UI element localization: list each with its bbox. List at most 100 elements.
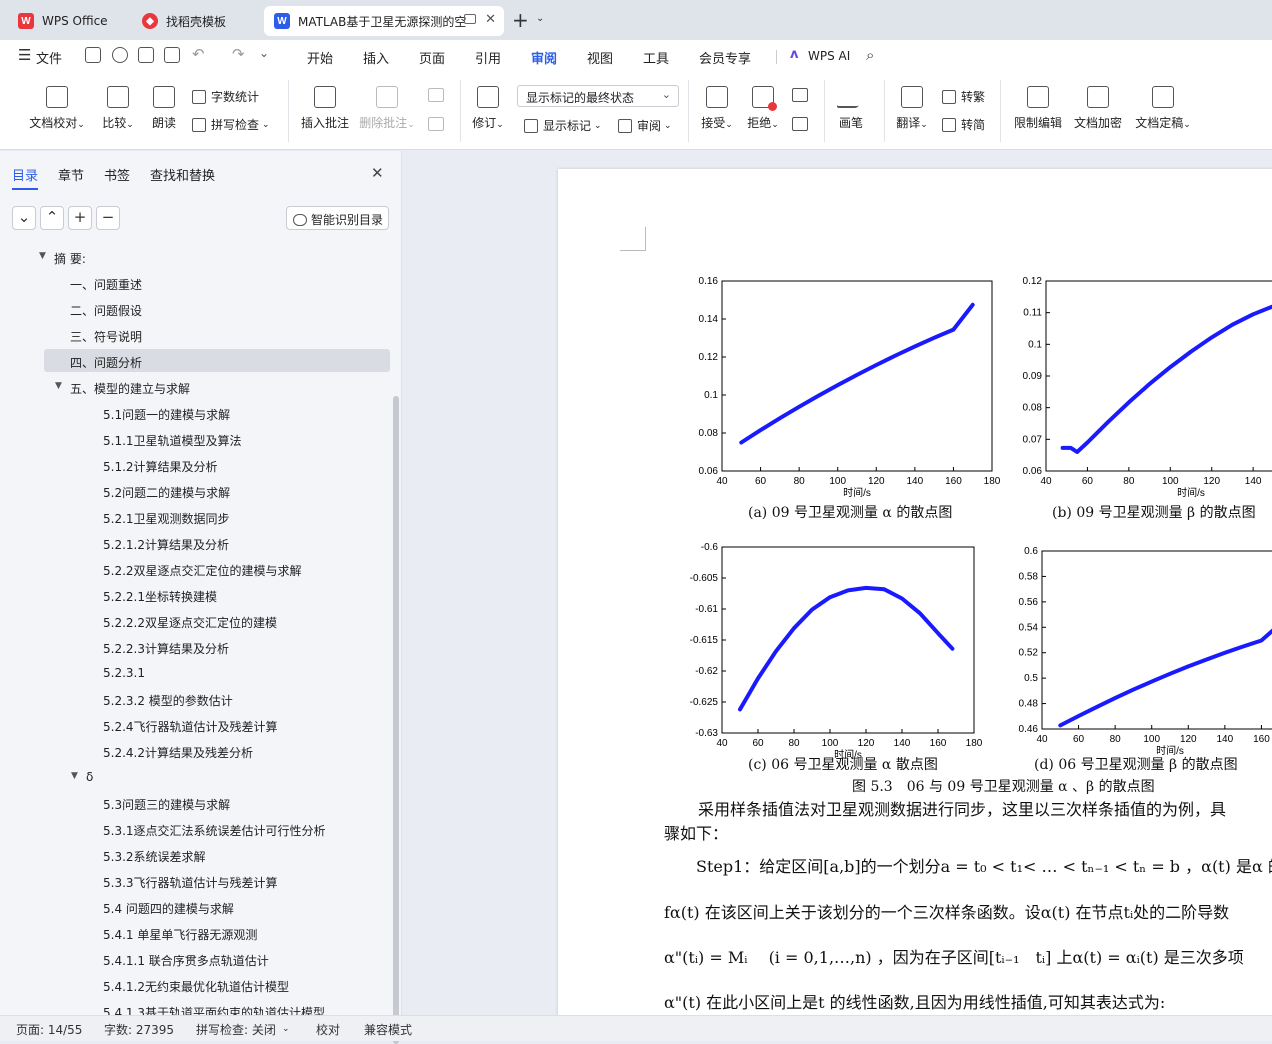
close-icon[interactable]: ✕ — [485, 12, 496, 27]
tab-wps-office[interactable]: W WPS Office — [8, 6, 124, 36]
menu-tools[interactable]: 工具 — [643, 48, 669, 67]
toc-item[interactable]: 5.4.1.1 联合序贯多点轨道估计 — [103, 952, 269, 969]
toc-item[interactable]: 5.2.1.2计算结果及分析 — [103, 536, 229, 553]
menu-view[interactable]: 视图 — [587, 48, 613, 67]
toc-item[interactable]: 5.1.1卫星轨道模型及算法 — [103, 432, 242, 449]
word-count-button[interactable]: 字数统计 — [192, 88, 259, 105]
toc-item[interactable]: 5.2.2.3计算结果及分析 — [103, 640, 229, 657]
close-pane-icon[interactable]: ✕ — [371, 164, 384, 182]
expand-caret-icon[interactable]: ▼ — [39, 251, 46, 261]
toc-item[interactable]: 5.2.2双星逐点交汇定位的建模与求解 — [103, 562, 302, 579]
screen-icon[interactable] — [464, 14, 476, 24]
chevron-down-icon[interactable]: ⌄ — [536, 13, 544, 24]
smart-toc-button[interactable]: 智能识别目录 — [286, 206, 389, 230]
menu-member[interactable]: 会员专享 — [699, 48, 751, 67]
page-indicator[interactable]: 页面: 14/55 — [16, 1021, 82, 1038]
toc-item[interactable]: 摘 要: — [54, 250, 86, 267]
menu-review[interactable]: 审阅 — [531, 48, 557, 74]
toc-item[interactable]: 5.4 问题四的建模与求解 — [103, 900, 234, 917]
accept-button[interactable]: 接受⌄ — [698, 86, 736, 131]
chevron-down-icon[interactable]: ⌄ — [282, 1024, 290, 1034]
next-change-icon[interactable] — [792, 117, 808, 131]
add-heading-button[interactable]: + — [68, 206, 92, 230]
prev-change-icon[interactable] — [792, 88, 808, 102]
menu-insert[interactable]: 插入 — [363, 48, 389, 67]
to-traditional-button[interactable]: 转繁 — [942, 88, 985, 105]
remove-heading-button[interactable]: − — [96, 206, 120, 230]
hamburger-icon[interactable]: ☰ — [18, 46, 31, 64]
toc-item[interactable]: 5.3.2系统误差求解 — [103, 848, 206, 865]
sidebar-scrollbar[interactable] — [393, 396, 399, 1044]
review-pane-button[interactable]: 审阅 ⌄ — [618, 117, 672, 134]
spell-check-status[interactable]: 拼写检查: 关闭 — [196, 1021, 276, 1038]
markup-mode-select[interactable]: 显示标记的最终状态 ⌄ — [517, 85, 679, 107]
toc-item[interactable]: 5.4.1.2无约束最优化轨道估计模型 — [103, 978, 289, 995]
finalize-button[interactable]: 文档定稿⌄ — [1132, 86, 1194, 131]
toc-item[interactable]: 5.2.1卫星观测数据同步 — [103, 510, 230, 527]
chevron-down-icon[interactable]: ⌄ — [259, 46, 269, 60]
toc-item[interactable]: 5.2问题二的建模与求解 — [103, 484, 230, 501]
next-comment-icon[interactable] — [428, 117, 444, 131]
print-preview-icon[interactable] — [164, 47, 180, 63]
toc-item[interactable]: 一、问题重述 — [70, 276, 142, 293]
toc-item[interactable]: 5.1问题一的建模与求解 — [103, 406, 230, 423]
show-markup-button[interactable]: 显示标记 ⌄ — [524, 117, 602, 134]
search-icon[interactable]: ⌕ — [866, 46, 874, 64]
toc-item[interactable]: 5.2.4.2计算结果及残差分析 — [103, 744, 253, 761]
divider — [1000, 80, 1001, 142]
toc-item[interactable]: 5.2.2.2双星逐点交汇定位的建模 — [103, 614, 277, 631]
redo-icon[interactable]: ↷ — [232, 45, 245, 63]
collapse-up-button[interactable]: ⌃ — [40, 206, 64, 230]
toc-item[interactable]: 5.3.1逐点交汇法系统误差估计可行性分析 — [103, 822, 326, 839]
toc-item[interactable]: 五、模型的建立与求解 — [70, 380, 190, 397]
tab-document[interactable]: W MATLAB基于卫星无源探测的空 ✕ — [264, 6, 504, 36]
toc-item[interactable]: 四、问题分析 — [70, 354, 142, 371]
translate-button[interactable]: 翻译⌄ — [892, 86, 932, 131]
toc-item[interactable]: 5.4.1 单星单飞行器无源观测 — [103, 926, 257, 943]
toc-item[interactable]: 5.3.3飞行器轨道估计与残差计算 — [103, 874, 278, 891]
save-icon[interactable] — [85, 47, 101, 63]
toc-item[interactable]: 5.2.4飞行器轨道估计及残差计算 — [103, 718, 278, 735]
new-tab-icon[interactable]: + — [512, 8, 529, 32]
toc-item[interactable]: 5.2.3.1 — [103, 666, 145, 680]
toc-item[interactable]: 二、问题假设 — [70, 302, 142, 319]
expand-caret-icon[interactable]: ▼ — [55, 381, 62, 391]
menu-page[interactable]: 页面 — [419, 48, 445, 67]
restrict-edit-button[interactable]: 限制编辑 — [1012, 86, 1064, 131]
toc-item[interactable]: 三、符号说明 — [70, 328, 142, 345]
word-count[interactable]: 字数: 27395 — [104, 1021, 174, 1038]
tab-sections[interactable]: 章节 — [58, 165, 84, 184]
menu-wps-ai[interactable]: WPS AI — [808, 49, 850, 63]
tab-toc[interactable]: 目录 — [12, 165, 39, 190]
doc-check-button[interactable]: 文档校对⌄ — [28, 86, 86, 131]
print-icon[interactable] — [138, 47, 154, 63]
to-simplified-button[interactable]: 转简 — [942, 116, 985, 133]
menu-reference[interactable]: 引用 — [475, 48, 501, 67]
delete-comment-button[interactable]: 删除批注⌄ — [358, 86, 416, 131]
toc-item[interactable]: 5.1.2计算结果及分析 — [103, 458, 218, 475]
compare-button[interactable]: 比较⌄ — [98, 86, 138, 131]
menu-file[interactable]: 文件 — [36, 48, 62, 67]
undo-icon[interactable]: ↶ — [192, 45, 205, 63]
toc-item[interactable]: 5.3问题三的建模与求解 — [103, 796, 230, 813]
tab-find-replace[interactable]: 查找和替换 — [150, 165, 215, 184]
revise-button[interactable]: 修订⌄ — [468, 86, 508, 131]
read-aloud-button[interactable]: 朗读 — [148, 86, 180, 131]
toc-item[interactable]: 5.2.2.1坐标转换建模 — [103, 588, 217, 605]
tab-label: 找稻壳模板 — [166, 14, 227, 29]
toc-item[interactable]: δ — [86, 770, 93, 784]
expand-caret-icon[interactable]: ▼ — [71, 771, 78, 781]
prev-comment-icon[interactable] — [428, 88, 444, 102]
pen-button[interactable]: 画笔 — [834, 86, 868, 131]
share-icon[interactable] — [112, 47, 128, 63]
proofread-status[interactable]: 校对 — [316, 1021, 340, 1038]
encrypt-button[interactable]: 文档加密 — [1072, 86, 1124, 131]
spell-check-button[interactable]: 拼写检查 ⌄ — [192, 116, 270, 133]
menu-start[interactable]: 开始 — [307, 48, 333, 67]
reject-button[interactable]: 拒绝⌄ — [744, 86, 782, 131]
tab-docer[interactable]: ◆ 找稻壳模板 — [132, 6, 260, 36]
toc-item[interactable]: 5.2.3.2 模型的参数估计 — [103, 692, 233, 709]
insert-comment-button[interactable]: 插入批注 — [298, 86, 352, 131]
collapse-down-button[interactable]: ⌄ — [12, 206, 36, 230]
tab-bookmarks[interactable]: 书签 — [104, 165, 130, 184]
